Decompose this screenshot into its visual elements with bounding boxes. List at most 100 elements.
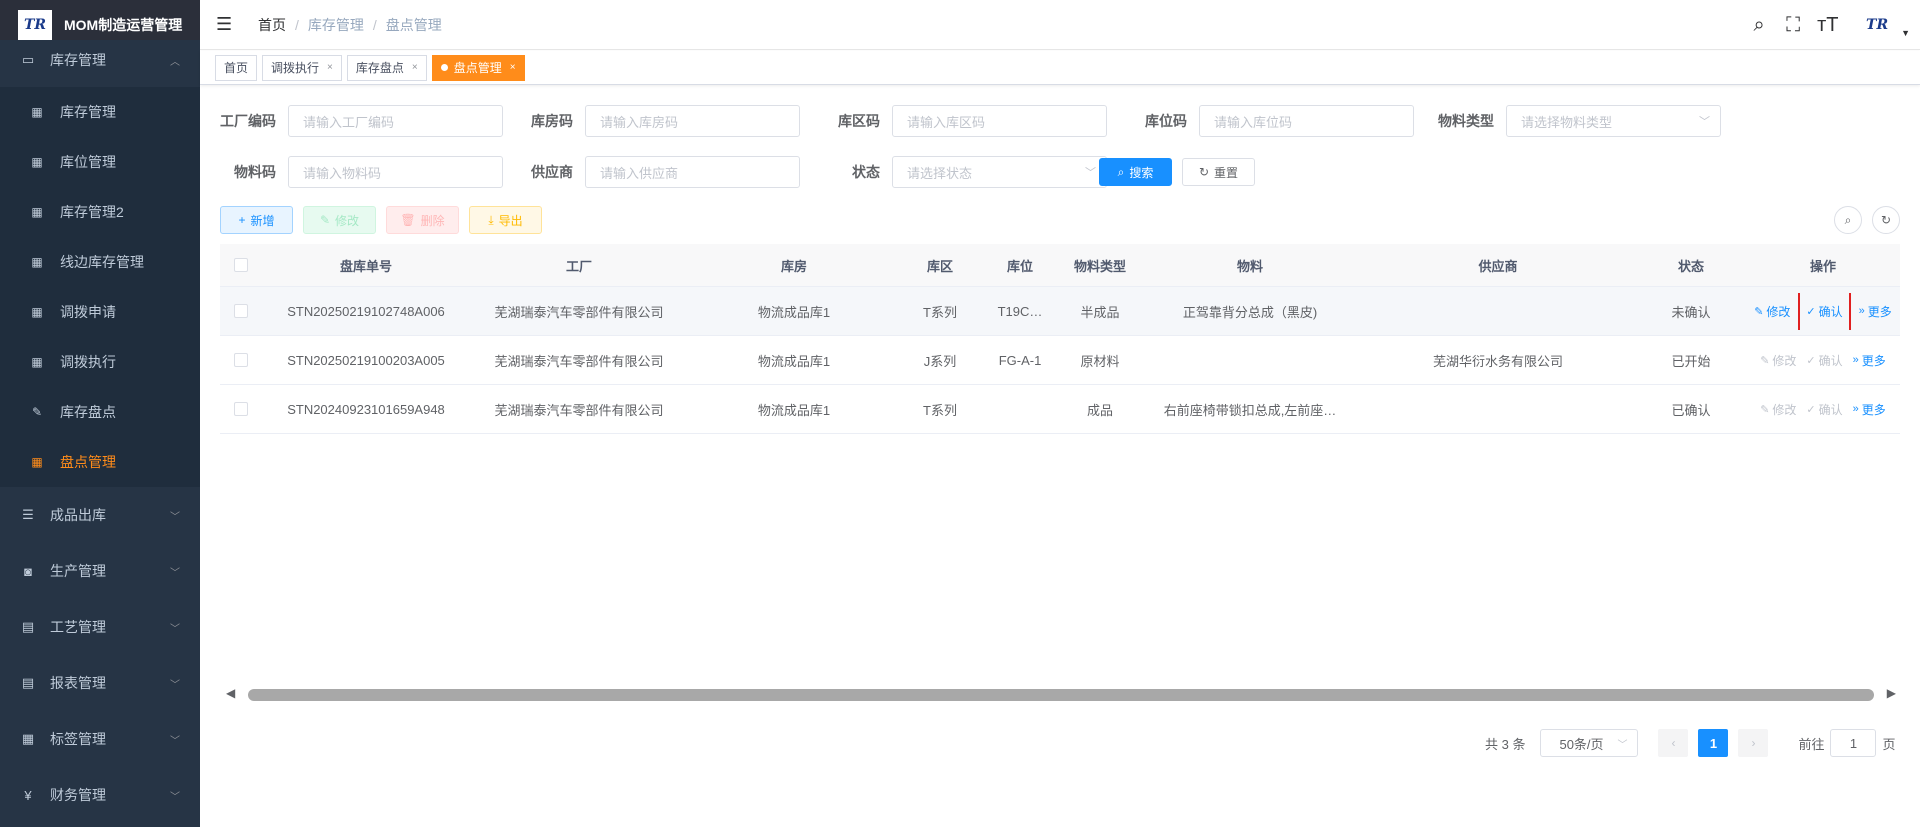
row-confirm-button[interactable]: ✓ 确认 <box>1806 352 1842 369</box>
material-code-input[interactable]: 请输入物料码 <box>288 156 503 188</box>
chevron-down-icon: ﹀ <box>170 791 180 803</box>
close-icon[interactable]: × <box>327 62 333 73</box>
add-button[interactable]: + 新增 <box>220 206 293 234</box>
tag-transfer-exec[interactable]: 调拨执行 × <box>262 54 342 81</box>
table-header: 盘库单号 工厂 库房 库区 库位 物料类型 物料 供应商 状态 操作 <box>220 244 1900 287</box>
reset-button[interactable]: ↻ 重置 <box>1182 158 1255 186</box>
col-header-factory: 工厂 <box>565 258 592 274</box>
select-all-checkbox[interactable] <box>234 258 248 272</box>
row-checkbox[interactable] <box>234 304 248 318</box>
close-icon[interactable]: × <box>510 62 516 73</box>
sidebar-item-transfer-request[interactable]: ▦ 调拨申请 <box>0 287 200 337</box>
font-size-icon[interactable]: ᴛT <box>1817 14 1838 37</box>
chevron-right-icon: › <box>1751 736 1756 750</box>
sidebar-item-inventory[interactable]: ▦ 库存管理 <box>0 87 200 137</box>
row-more-button[interactable]: » 更多 <box>1853 401 1886 418</box>
edit-icon: ✎ <box>1754 305 1764 318</box>
toggle-search-button[interactable]: ⌕ <box>1834 206 1862 234</box>
row-checkbox[interactable] <box>234 353 248 367</box>
horizontal-scrollbar[interactable]: ◀ ▶ <box>220 684 1900 704</box>
col-header-material: 物料 <box>1236 258 1263 274</box>
warehouse-code-input[interactable]: 请输入库房码 <box>585 105 800 137</box>
sidebar-item-lineside[interactable]: ▦ 线边库存管理 <box>0 237 200 287</box>
cell-location: T19C… <box>997 303 1043 319</box>
material-type-select[interactable]: 请选择物料类型 ﹀ <box>1506 105 1721 137</box>
sidebar-item-location[interactable]: ▦ 库位管理 <box>0 137 200 187</box>
row-more-button[interactable]: » 更多 <box>1853 352 1886 369</box>
scroll-left-icon[interactable]: ◀ <box>226 686 235 700</box>
scrollbar-thumb[interactable] <box>248 689 1874 701</box>
breadcrumb: 首页 / 库存管理 / 盘点管理 <box>258 15 442 35</box>
hamburger-icon[interactable]: ☰ <box>216 14 236 35</box>
col-header-mtype: 物料类型 <box>1073 258 1126 274</box>
grid-icon: ▦ <box>31 455 43 469</box>
next-page-button[interactable]: › <box>1738 729 1769 757</box>
sidebar-item-stocktake[interactable]: ✎ 库存盘点 <box>0 387 200 437</box>
row-edit-button[interactable]: ✎ 修改 <box>1760 401 1796 418</box>
avatar[interactable]: TR <box>1859 13 1895 37</box>
row-checkbox[interactable] <box>234 402 248 416</box>
col-header-location: 库位 <box>1006 258 1033 274</box>
cell-no: STN20240923101659A948 <box>287 401 445 417</box>
cell-area: T系列 <box>923 402 957 418</box>
page-number-current[interactable]: 1 <box>1698 729 1729 757</box>
row-edit-button[interactable]: ✎ 修改 <box>1760 352 1796 369</box>
search-icon[interactable]: ⌕ <box>1749 14 1769 37</box>
breadcrumb-home[interactable]: 首页 <box>258 15 286 35</box>
edit-icon: ✎ <box>31 405 43 419</box>
pagination: 共 3 条 50条/页 ﹀ ‹ 1 › 前往 1 页 <box>1485 729 1896 757</box>
cell-material: 右前座椅带锁扣总成,左前座… <box>1163 402 1337 418</box>
status-select[interactable]: 请选择状态 ﹀ <box>892 156 1107 188</box>
cell-ops: ✎ 修改 ✓ 确认 » 更多 <box>1746 352 1900 369</box>
delete-button[interactable]: 🗑 删除 <box>386 206 459 234</box>
edit-button[interactable]: ✎ 修改 <box>303 206 376 234</box>
sidebar-section-finished-out[interactable]: ☰ 成品出库 ﹀ <box>0 487 200 543</box>
sidebar-section-production[interactable]: ◙ 生产管理 ﹀ <box>0 543 200 599</box>
filter-row-1: 工厂编码 请输入工厂编码 库房码 请输入库房码 库区码 请输入库区码 库位码 请… <box>200 105 1721 137</box>
col-header-warehouse: 库房 <box>780 258 807 274</box>
cell-factory: 芜湖瑞泰汽车零部件有限公司 <box>494 304 664 320</box>
sidebar-item-transfer-exec[interactable]: ▦ 调拨执行 <box>0 337 200 387</box>
scroll-right-icon[interactable]: ▶ <box>1887 686 1896 700</box>
sidebar-item-inventory2[interactable]: ▦ 库存管理2 <box>0 187 200 237</box>
search-button[interactable]: ⌕ 搜索 <box>1099 158 1172 186</box>
chevron-down-icon: ﹀ <box>170 735 180 747</box>
chevron-left-icon: ‹ <box>1671 736 1676 750</box>
tag-stocktake-mgmt[interactable]: 盘点管理 × <box>431 54 525 81</box>
location-code-input[interactable]: 请输入库位码 <box>1199 105 1414 137</box>
sidebar-section-inventory[interactable]: ▭ 库存管理 ︿ <box>0 40 200 80</box>
sidebar-section-process[interactable]: ▤ 工艺管理 ﹀ <box>0 599 200 655</box>
row-confirm-button[interactable]: ✓ 确认 <box>1798 292 1851 330</box>
area-code-input[interactable]: 请输入库区码 <box>892 105 1107 137</box>
sidebar-item-stocktake-mgmt[interactable]: ▦ 盘点管理 <box>0 437 200 487</box>
page-suffix: 页 <box>1882 736 1896 752</box>
pagination-total: 共 3 条 <box>1485 736 1526 752</box>
factory-code-input[interactable]: 请输入工厂编码 <box>288 105 503 137</box>
chevron-down-icon: ﹀ <box>1699 116 1710 128</box>
sidebar-section-report[interactable]: ▤ 报表管理 ﹀ <box>0 655 200 711</box>
table-row[interactable]: STN20250219100203A005 芜湖瑞泰汽车零部件有限公司 物流成品… <box>220 336 1900 385</box>
table-row[interactable]: STN20240923101659A948 芜湖瑞泰汽车零部件有限公司 物流成品… <box>220 385 1900 434</box>
close-icon[interactable]: × <box>412 62 418 73</box>
sidebar-section-finance[interactable]: ¥ 财务管理 ﹀ <box>0 767 200 823</box>
sidebar-section-label-mgmt[interactable]: ▦ 标签管理 ﹀ <box>0 711 200 767</box>
cell-factory: 芜湖瑞泰汽车零部件有限公司 <box>494 402 664 418</box>
prev-page-button[interactable]: ‹ <box>1658 729 1689 757</box>
tag-stocktake[interactable]: 库存盘点 × <box>346 54 427 81</box>
fullscreen-icon[interactable]: ⛶ <box>1783 14 1803 37</box>
goto-page-input[interactable]: 1 <box>1830 729 1877 757</box>
page-size-select[interactable]: 50条/页 ﹀ <box>1540 729 1639 757</box>
cell-warehouse: 物流成品库1 <box>757 304 831 320</box>
row-edit-button[interactable]: ✎ 修改 <box>1754 303 1790 320</box>
row-confirm-button[interactable]: ✓ 确认 <box>1806 401 1842 418</box>
refresh-button[interactable]: ↻ <box>1872 206 1900 234</box>
export-button[interactable]: ⤓ 导出 <box>469 206 542 234</box>
row-more-button[interactable]: » 更多 <box>1859 303 1892 320</box>
caret-down-icon[interactable]: ▼ <box>1901 28 1910 38</box>
supplier-input[interactable]: 请输入供应商 <box>585 156 800 188</box>
tag-home[interactable]: 首页 <box>215 54 258 81</box>
table-row[interactable]: STN20250219102748A006 芜湖瑞泰汽车零部件有限公司 物流成品… <box>220 287 1900 336</box>
grid-icon: ▦ <box>31 355 43 369</box>
breadcrumb-inventory[interactable]: 库存管理 <box>308 15 364 35</box>
filter-row-2: 物料码 请输入物料码 供应商 请输入供应商 状态 请选择状态 ﹀ <box>200 156 1107 188</box>
